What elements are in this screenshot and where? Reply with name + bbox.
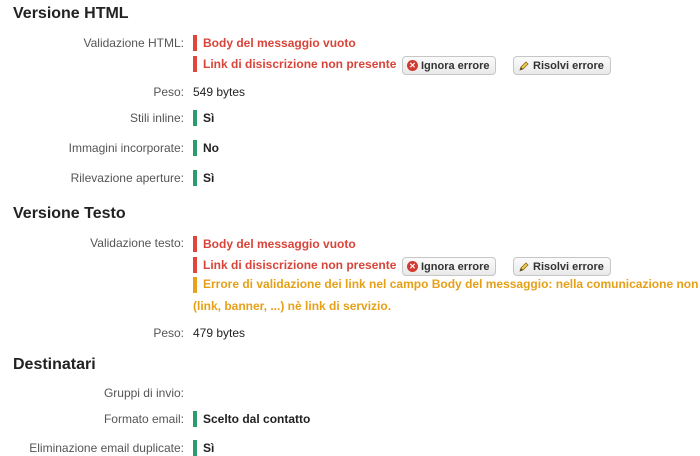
error-bar [193, 236, 197, 252]
format-label: Formato email: [103, 412, 184, 426]
html-validation-label: Validazione HTML: [83, 36, 185, 50]
groups-label: Gruppi di invio: [103, 386, 184, 400]
error-bar [193, 35, 197, 51]
dedupe-label: Eliminazione email duplicate: [29, 441, 184, 455]
ok-bar [193, 110, 197, 126]
error-bar [193, 56, 197, 72]
x-circle-icon: ✕ [407, 261, 418, 272]
pencil-icon [519, 60, 529, 71]
error-bar [193, 257, 197, 273]
section-title-html: Versione HTML [13, 5, 129, 22]
html-weight-label: Peso: [153, 85, 184, 99]
ok-bar [193, 440, 197, 456]
format-value: Scelto dal contatto [193, 411, 310, 427]
text-link-warning: Errore di validazione dei link nel campo… [193, 277, 700, 313]
inline-styles-value: Sì [193, 110, 214, 126]
html-ignore-error-button[interactable]: ✕ Ignora errore [402, 56, 497, 75]
ok-bar [193, 411, 197, 427]
dedupe-value: Sì [193, 440, 214, 456]
text-weight-value: 479 bytes [193, 326, 246, 340]
inline-styles-label: Stili inline: [129, 111, 184, 125]
text-weight-label: Peso: [153, 326, 184, 340]
html-weight-value: 549 bytes [193, 85, 246, 99]
text-resolve-error-button[interactable]: Risolvi errore [513, 257, 611, 276]
open-tracking-label: Rilevazione aperture: [70, 171, 184, 185]
html-error-1: Body del messaggio vuoto [193, 35, 356, 51]
x-circle-icon: ✕ [407, 60, 418, 71]
text-validation-label: Validazione testo: [90, 236, 184, 250]
embedded-images-label: Immagini incorporate: [68, 141, 184, 155]
open-tracking-value: Sì [193, 170, 214, 186]
text-error-1: Body del messaggio vuoto [193, 236, 356, 252]
text-error-2: Link di disiscrizione non presente [193, 257, 396, 273]
pencil-icon [519, 261, 529, 272]
section-title-text: Versione Testo [13, 205, 126, 222]
ok-bar [193, 170, 197, 186]
html-error-2: Link di disiscrizione non presente [193, 56, 396, 72]
ok-bar [193, 140, 197, 156]
section-title-recipients: Destinatari [13, 356, 96, 373]
warning-bar [193, 277, 197, 293]
embedded-images-value: No [193, 140, 219, 156]
html-resolve-error-button[interactable]: Risolvi errore [513, 56, 611, 75]
text-ignore-error-button[interactable]: ✕ Ignora errore [402, 257, 497, 276]
